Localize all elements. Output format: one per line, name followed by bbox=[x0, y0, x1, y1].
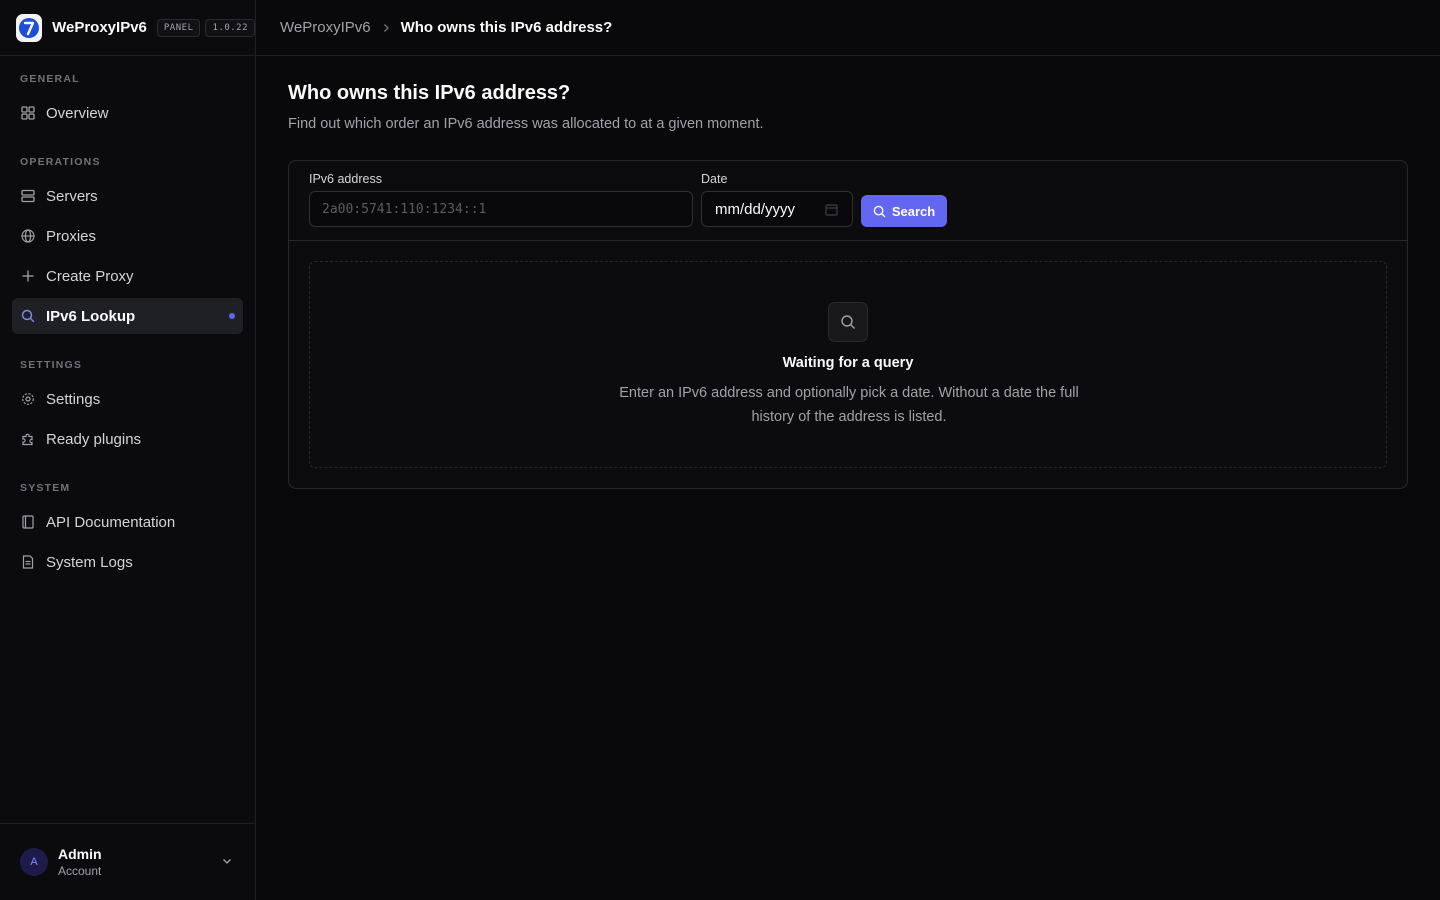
search-button[interactable]: Search bbox=[861, 195, 947, 227]
globe-icon bbox=[20, 228, 36, 244]
search-icon bbox=[873, 205, 886, 218]
search-button-label: Search bbox=[891, 203, 936, 219]
lookup-form: IPv6 address 2a00:5741:110:1234::1 Date … bbox=[289, 161, 1407, 241]
ipv6-field-label: IPv6 address bbox=[309, 172, 382, 186]
breadcrumb-root-link[interactable]: WeProxyIPv6 bbox=[280, 19, 371, 36]
server-icon bbox=[20, 188, 36, 204]
sidebar-item-label: Settings bbox=[46, 390, 101, 408]
ipv6-input-placeholder: 2a00:5741:110:1234::1 bbox=[322, 201, 487, 217]
page-subtitle: Find out which order an IPv6 address was… bbox=[288, 116, 764, 132]
ipv6-input[interactable]: 2a00:5741:110:1234::1 bbox=[309, 191, 693, 227]
date-input-placeholder: mm/dd/yyyy bbox=[715, 200, 796, 218]
sidebar-item-overview[interactable]: Overview bbox=[12, 95, 243, 131]
section-title-operations: OPERATIONS bbox=[20, 156, 101, 168]
puzzle-icon bbox=[20, 431, 36, 447]
empty-state: Waiting for a query Enter an IPv6 addres… bbox=[309, 261, 1387, 468]
search-icon bbox=[828, 302, 868, 342]
account-text: Admin Account bbox=[58, 846, 102, 878]
sidebar-item-label: Ready plugins bbox=[46, 430, 142, 448]
page-title: Who owns this IPv6 address? bbox=[288, 82, 571, 104]
version-badge: 1.0.22 bbox=[205, 18, 255, 37]
sidebar-item-servers[interactable]: Servers bbox=[12, 178, 243, 214]
account-name: Admin bbox=[58, 846, 102, 862]
date-field-label: Date bbox=[701, 172, 728, 186]
avatar: A bbox=[20, 848, 48, 876]
sidebar-item-label: Proxies bbox=[46, 227, 97, 245]
panel-badge: PANEL bbox=[156, 18, 201, 37]
sidebar-item-label: Servers bbox=[46, 187, 98, 205]
brand-name: WeProxyIPv6 bbox=[52, 19, 147, 36]
date-input[interactable]: mm/dd/yyyy bbox=[701, 191, 853, 227]
grid-icon bbox=[20, 105, 36, 121]
sidebar-item-ipv6-lookup[interactable]: IPv6 Lookup bbox=[12, 298, 243, 334]
lookup-card: IPv6 address 2a00:5741:110:1234::1 Date … bbox=[288, 160, 1408, 489]
brand-logo-icon[interactable] bbox=[16, 13, 43, 42]
sidebar-item-settings[interactable]: Settings bbox=[12, 381, 243, 417]
sidebar-item-label: System Logs bbox=[46, 553, 133, 571]
account-menu[interactable]: A Admin Account bbox=[0, 823, 255, 900]
sidebar-item-proxies[interactable]: Proxies bbox=[12, 218, 243, 254]
plus-icon bbox=[20, 268, 36, 284]
search-icon bbox=[20, 308, 36, 324]
breadcrumb-current: Who owns this IPv6 address? bbox=[400, 19, 613, 36]
sidebar-item-label: API Documentation bbox=[46, 513, 176, 531]
book-icon bbox=[20, 514, 36, 530]
chevron-down-icon[interactable] bbox=[221, 854, 233, 872]
sidebar-item-api-documentation[interactable]: API Documentation bbox=[12, 504, 243, 540]
breadcrumb: WeProxyIPv6 Who owns this IPv6 address? bbox=[256, 0, 1440, 56]
account-subtitle: Account bbox=[58, 864, 102, 878]
empty-state-title: Waiting for a query bbox=[782, 355, 914, 371]
sidebar-item-ready-plugins[interactable]: Ready plugins bbox=[12, 421, 243, 457]
active-indicator-dot bbox=[229, 313, 235, 319]
sidebar: WeProxyIPv6 PANEL 1.0.22 GENERAL Overvie… bbox=[0, 0, 256, 900]
file-icon bbox=[20, 554, 36, 570]
sidebar-item-label: Overview bbox=[46, 104, 109, 122]
section-title-settings: SETTINGS bbox=[20, 359, 83, 371]
gear-icon bbox=[20, 391, 36, 407]
sidebar-item-label: IPv6 Lookup bbox=[46, 307, 136, 325]
section-title-general: GENERAL bbox=[20, 73, 80, 85]
sidebar-item-label: Create Proxy bbox=[46, 267, 134, 285]
sidebar-item-create-proxy[interactable]: Create Proxy bbox=[12, 258, 243, 294]
empty-state-text: Enter an IPv6 address and optionally pic… bbox=[619, 385, 1079, 425]
sidebar-item-system-logs[interactable]: System Logs bbox=[12, 544, 243, 580]
brand-header: WeProxyIPv6 PANEL 1.0.22 bbox=[0, 0, 255, 56]
chevron-right-icon bbox=[381, 23, 391, 33]
calendar-icon[interactable] bbox=[825, 203, 838, 220]
section-title-system: SYSTEM bbox=[20, 482, 71, 494]
